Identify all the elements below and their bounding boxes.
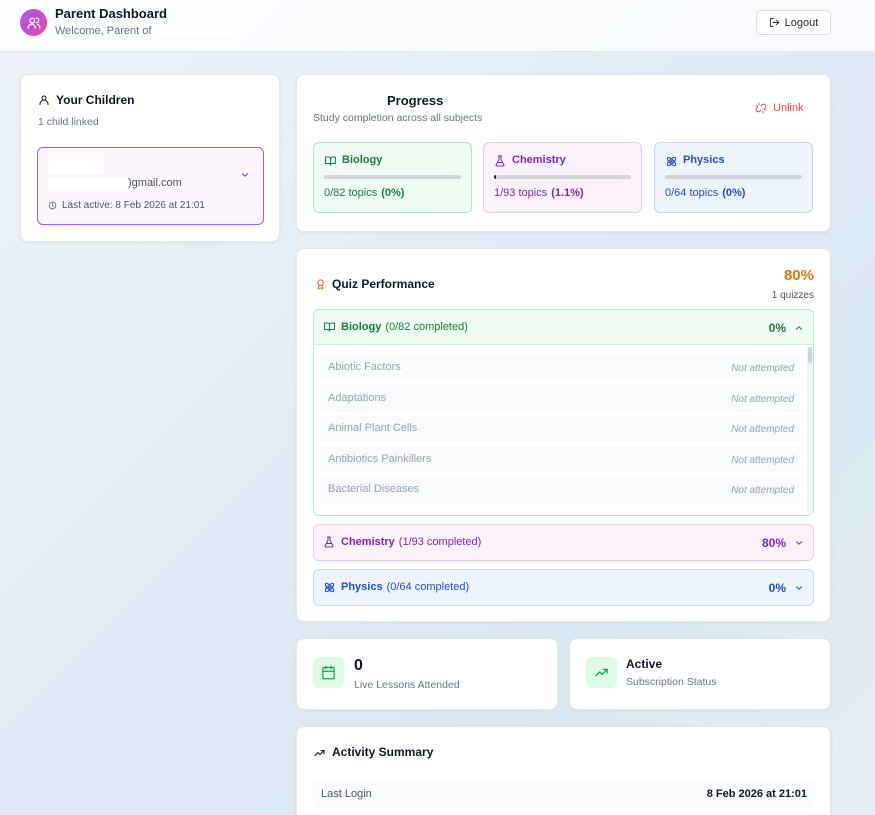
subscription-value: Active xyxy=(626,657,663,671)
welcome-prefix: Welcome, Parent of xyxy=(55,25,152,37)
quiz-section-physics[interactable]: Physics (0/64 completed) 0% xyxy=(313,569,814,606)
welcome-text: Welcome, Parent of xyxy=(55,25,233,37)
topic-list[interactable]: Abiotic Factors Not attempted Adaptation… xyxy=(314,346,813,515)
lessons-label: Live Lessons Attended xyxy=(354,679,460,691)
subscription-card: Active Subscription Status xyxy=(569,638,831,710)
topic-row[interactable]: Antibiotics Painkillers Not attempted xyxy=(320,446,800,473)
section-percent: 0% xyxy=(768,321,786,335)
top-header: Parent Dashboard Welcome, Parent of Logo… xyxy=(0,0,875,52)
child-selector[interactable]: )gmail.com Last active: 8 Feb 2026 at 21… xyxy=(37,147,264,225)
progress-bar xyxy=(665,175,802,179)
topic-row[interactable]: Adaptations Not attempted xyxy=(320,385,800,412)
section-name: Biology (0/82 completed) xyxy=(341,321,468,333)
subject-stat: 0/82 topics (0%) xyxy=(324,187,405,199)
logout-button[interactable]: Logout xyxy=(756,10,831,35)
trending-up-icon xyxy=(313,747,326,759)
lessons-card: 0 Live Lessons Attended xyxy=(296,638,558,710)
child-email: )gmail.com xyxy=(48,177,182,189)
last-login-label: Last Login xyxy=(321,788,372,800)
subject-name: Biology xyxy=(342,154,383,166)
users-icon xyxy=(27,16,41,30)
redacted-child-name xyxy=(48,159,104,174)
topic-row[interactable]: Bacterial Diseases Not attempted xyxy=(320,476,800,503)
logout-label: Logout xyxy=(784,16,819,29)
topic-row[interactable]: Animal Plant Cells Not attempted xyxy=(320,415,800,442)
book-icon xyxy=(323,321,336,333)
lessons-value: 0 xyxy=(354,657,363,674)
quiz-score: 80% xyxy=(783,267,814,284)
section-name: Physics (0/64 completed) xyxy=(341,581,470,593)
clock-icon xyxy=(48,201,57,210)
quiz-section-header[interactable]: Biology (0/82 completed) 0% xyxy=(314,310,813,345)
quiz-section-biology: Biology (0/82 completed) 0% Abiotic Facto… xyxy=(313,309,814,516)
flask-icon xyxy=(323,536,335,548)
redacted-child-name xyxy=(154,25,233,37)
book-icon xyxy=(324,155,337,167)
child-email-domain: )gmail.com xyxy=(128,177,182,189)
subject-card-chemistry[interactable]: Chemistry 1/93 topics (1.1%) xyxy=(483,142,642,213)
scrollbar-track[interactable] xyxy=(807,346,813,515)
topic-row[interactable]: Abiotic Factors Not attempted xyxy=(320,354,800,381)
progress-bar xyxy=(494,175,631,179)
subject-card-physics[interactable]: Physics 0/64 topics (0%) xyxy=(654,142,813,213)
section-percent: 80% xyxy=(761,536,786,550)
quiz-card: Quiz Performance 80% 1 quizzes Biology (0… xyxy=(296,248,831,622)
progress-bar xyxy=(324,175,461,179)
last-login-value: 8 Feb 2026 at 21:01 xyxy=(706,788,807,800)
progress-title: Progress xyxy=(387,93,444,108)
scrollbar-thumb[interactable] xyxy=(808,347,812,363)
section-name: Chemistry (1/93 completed) xyxy=(341,536,482,548)
unlink-icon xyxy=(755,102,767,114)
atom-icon xyxy=(665,155,678,168)
calendar-icon xyxy=(313,657,344,688)
award-icon xyxy=(315,278,326,291)
quiz-count: 1 quizzes xyxy=(771,290,814,301)
activity-title: Activity Summary xyxy=(332,745,434,759)
parent-avatar xyxy=(20,9,47,36)
redacted-email-prefix xyxy=(48,177,128,189)
page-title: Parent Dashboard xyxy=(55,6,167,21)
atom-icon xyxy=(323,581,336,594)
logout-icon xyxy=(769,17,780,28)
subject-name: Chemistry xyxy=(512,154,566,166)
chevron-down-icon xyxy=(240,170,250,180)
unlink-button[interactable]: Unlink xyxy=(755,102,804,114)
children-title: Your Children xyxy=(56,93,135,107)
chevron-down-icon xyxy=(794,583,804,593)
subscription-label: Subscription Status xyxy=(626,676,717,688)
subject-card-biology[interactable]: Biology 0/82 topics (0%) xyxy=(313,142,472,213)
trending-up-icon xyxy=(586,657,617,688)
activity-row-last-login: Last Login 8 Feb 2026 at 21:01 xyxy=(313,779,815,809)
child-last-active: Last active: 8 Feb 2026 at 21:01 xyxy=(62,200,205,211)
children-card: Your Children 1 child linked )gmail.com … xyxy=(20,74,280,242)
progress-card: Progress Study completion across all sub… xyxy=(296,74,831,232)
quiz-title: Quiz Performance xyxy=(332,277,435,291)
subject-stat: 0/64 topics (0%) xyxy=(665,187,746,199)
chevron-up-icon xyxy=(794,323,804,333)
flask-icon xyxy=(494,155,506,167)
chevron-down-icon xyxy=(794,538,804,548)
quiz-section-chemistry[interactable]: Chemistry (1/93 completed) 80% xyxy=(313,524,814,561)
children-count: 1 child linked xyxy=(38,116,99,128)
progress-subtitle: Study completion across all subjects xyxy=(313,112,483,124)
unlink-label: Unlink xyxy=(773,102,804,114)
subject-name: Physics xyxy=(683,154,725,166)
user-icon xyxy=(38,94,50,106)
section-percent: 0% xyxy=(768,581,786,595)
activity-card: Activity Summary Last Login 8 Feb 2026 a… xyxy=(296,726,831,815)
subject-stat: 1/93 topics (1.1%) xyxy=(494,187,584,199)
